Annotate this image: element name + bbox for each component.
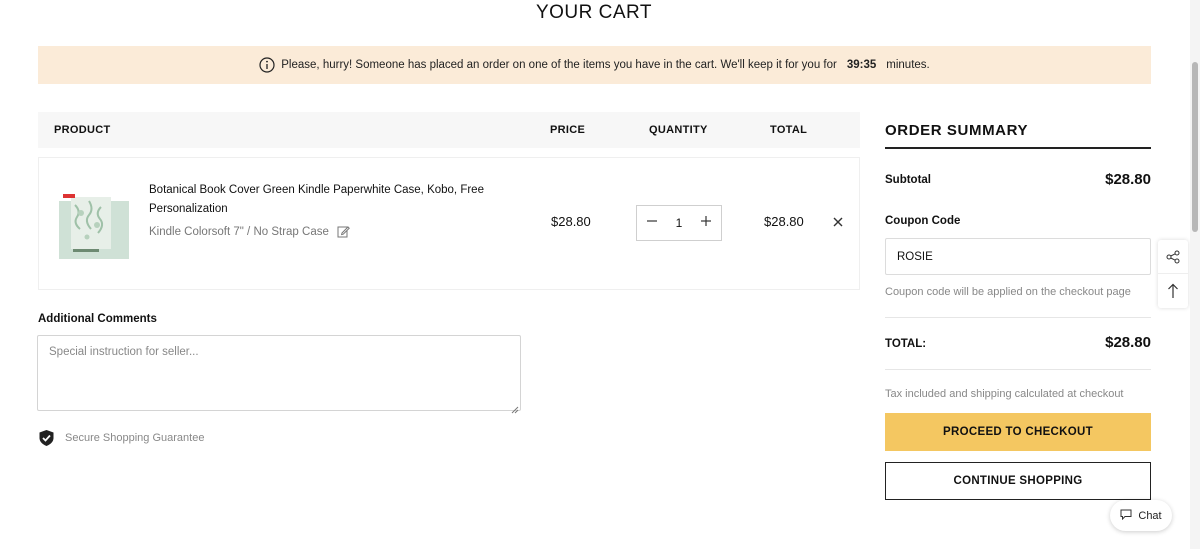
chat-label: Chat xyxy=(1138,509,1162,522)
quantity-value[interactable]: 1 xyxy=(676,216,683,230)
info-icon xyxy=(259,57,275,73)
product-thumbnail[interactable] xyxy=(59,191,129,259)
item-price: $28.80 xyxy=(551,214,591,229)
shield-check-icon xyxy=(38,429,55,447)
share-icon[interactable] xyxy=(1158,240,1188,274)
coupon-label: Coupon Code xyxy=(885,215,961,227)
summary-divider-light xyxy=(885,317,1151,318)
header-price: PRICE xyxy=(550,124,586,136)
countdown-timer: 39:35 xyxy=(846,59,877,71)
chat-button[interactable]: Chat xyxy=(1110,500,1172,531)
variant-label: Kindle Colorsoft 7" / No Strap Case xyxy=(149,225,329,238)
plus-icon[interactable] xyxy=(699,214,713,232)
header-quantity: QUANTITY xyxy=(649,124,708,136)
item-total: $28.80 xyxy=(764,214,804,229)
quantity-stepper[interactable]: 1 xyxy=(636,205,722,241)
summary-divider xyxy=(885,147,1151,149)
continue-shopping-button[interactable]: CONTINUE SHOPPING xyxy=(885,462,1151,500)
comments-textarea[interactable] xyxy=(37,335,521,411)
side-toolbar xyxy=(1158,240,1188,308)
product-variant: Kindle Colorsoft 7" / No Strap Case xyxy=(149,225,350,238)
product-title-link[interactable]: Botanical Book Cover Green Kindle Paperw… xyxy=(149,181,489,219)
minus-icon[interactable] xyxy=(645,214,659,232)
cart-item-row: Botanical Book Cover Green Kindle Paperw… xyxy=(38,157,860,290)
secure-label: Secure Shopping Guarantee xyxy=(65,432,205,444)
tax-note: Tax included and shipping calculated at … xyxy=(885,388,1124,400)
chat-icon xyxy=(1120,509,1132,523)
banner-suffix: minutes. xyxy=(886,59,930,71)
header-product: PRODUCT xyxy=(54,124,111,136)
summary-divider-light-2 xyxy=(885,369,1151,370)
proceed-to-checkout-button[interactable]: PROCEED TO CHECKOUT xyxy=(885,413,1151,451)
close-icon[interactable] xyxy=(831,215,845,229)
scrollbar-thumb[interactable] xyxy=(1192,62,1198,232)
edit-icon[interactable] xyxy=(337,225,350,238)
subtotal-label: Subtotal xyxy=(885,174,931,186)
resize-grip-icon[interactable] xyxy=(511,401,519,414)
comments-label: Additional Comments xyxy=(38,313,157,325)
scrollbar[interactable] xyxy=(1190,0,1200,549)
summary-title: ORDER SUMMARY xyxy=(885,122,1029,139)
hurry-banner: Please, hurry! Someone has placed an ord… xyxy=(38,46,1151,84)
coupon-input[interactable] xyxy=(885,238,1151,275)
page-title: YOUR CART xyxy=(535,2,653,23)
secure-shopping: Secure Shopping Guarantee xyxy=(38,429,204,447)
cart-table-header: PRODUCT PRICE QUANTITY TOTAL xyxy=(38,112,860,148)
subtotal-value: $28.80 xyxy=(1105,171,1151,188)
coupon-note: Coupon code will be applied on the check… xyxy=(885,286,1131,298)
header-total: TOTAL xyxy=(770,124,808,136)
banner-message: Please, hurry! Someone has placed an ord… xyxy=(281,59,837,71)
arrow-up-icon[interactable] xyxy=(1158,274,1188,308)
total-value: $28.80 xyxy=(1105,334,1151,351)
total-label: TOTAL: xyxy=(885,338,927,350)
